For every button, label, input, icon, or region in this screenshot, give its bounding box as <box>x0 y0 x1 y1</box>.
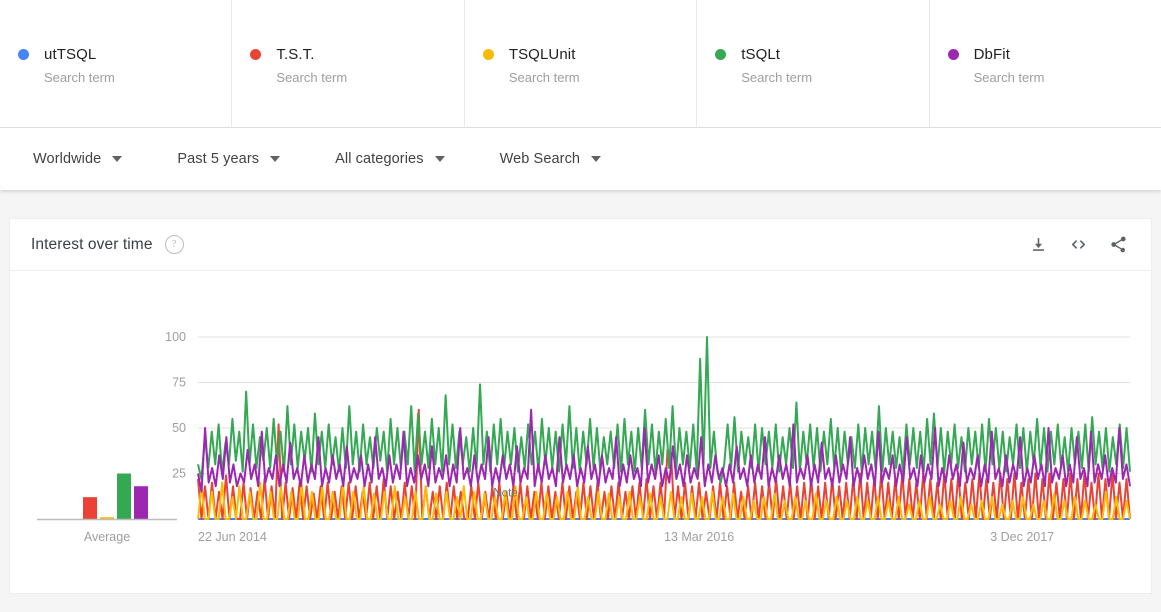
search-terms-row: utTSQL Search term T.S.T. Search term TS… <box>0 0 1161 128</box>
chart-note-annotation: Note <box>493 487 517 499</box>
filter-search-type-label: Web Search <box>500 151 581 167</box>
chart-area: 25 50 75 100 22 Jun 2014 13 Mar 2016 3 Dec 201… <box>10 271 1151 593</box>
term-color-dot <box>715 49 726 60</box>
term-name: tSQLt <box>741 45 780 64</box>
term-head: DbFit <box>948 44 1161 64</box>
term-card-0[interactable]: utTSQL Search term <box>0 0 232 128</box>
interest-over-time-card: Interest over time ? 25 50 75 100 22 Jun 201… <box>9 218 1152 594</box>
term-card-4[interactable]: DbFit Search term <box>930 0 1161 128</box>
filter-category[interactable]: All categories <box>335 151 444 167</box>
interest-over-time-chart[interactable]: 25 50 75 100 22 Jun 2014 13 Mar 2016 3 Dec 201… <box>10 271 1151 593</box>
y-axis-tick-label: 50 <box>172 421 186 435</box>
term-name: T.S.T. <box>276 45 314 64</box>
term-name: utTSQL <box>44 45 96 64</box>
term-card-2[interactable]: TSQLUnit Search term <box>465 0 697 128</box>
term-head: utTSQL <box>18 44 231 64</box>
term-subtitle: Search term <box>741 70 928 86</box>
term-card-1[interactable]: T.S.T. Search term <box>232 0 464 128</box>
filter-location[interactable]: Worldwide <box>33 151 122 167</box>
y-axis-tick-label: 100 <box>165 330 186 344</box>
term-head: T.S.T. <box>250 44 463 64</box>
chevron-down-icon <box>112 156 122 162</box>
term-color-dot <box>250 49 261 60</box>
chevron-down-icon <box>435 156 445 162</box>
filter-location-label: Worldwide <box>33 151 101 167</box>
term-color-dot <box>18 49 29 60</box>
x-axis-tick-label: 22 Jun 2014 <box>198 530 267 544</box>
filter-category-label: All categories <box>335 151 423 167</box>
average-bar-tsqlunit <box>100 517 114 519</box>
y-axis-tick-label: 75 <box>172 376 186 390</box>
term-subtitle: Search term <box>509 70 696 86</box>
y-axis-tick-label: 25 <box>172 467 186 481</box>
x-axis-tick-label: 3 Dec 2017 <box>990 530 1054 544</box>
term-head: TSQLUnit <box>483 44 696 64</box>
chevron-down-icon <box>270 156 280 162</box>
filter-bar: Worldwide Past 5 years All categories We… <box>0 128 1161 190</box>
term-color-dot <box>948 49 959 60</box>
term-head: tSQLt <box>715 44 928 64</box>
filter-time-range[interactable]: Past 5 years <box>177 151 280 167</box>
help-icon[interactable]: ? <box>165 235 184 254</box>
term-subtitle: Search term <box>276 70 463 86</box>
average-bar-tsqlt <box>117 474 131 520</box>
term-subtitle: Search term <box>974 70 1161 86</box>
term-color-dot <box>483 49 494 60</box>
card-header: Interest over time ? <box>10 219 1151 271</box>
average-label: Average <box>84 530 130 544</box>
page-title: Interest over time <box>31 236 153 254</box>
term-card-3[interactable]: tSQLt Search term <box>697 0 929 128</box>
term-name: TSQLUnit <box>509 45 576 64</box>
term-subtitle: Search term <box>44 70 231 86</box>
x-axis-tick-label: 13 Mar 2016 <box>664 530 734 544</box>
share-icon[interactable] <box>1103 230 1133 260</box>
filter-search-type[interactable]: Web Search <box>500 151 602 167</box>
chevron-down-icon <box>591 156 601 162</box>
download-icon[interactable] <box>1023 230 1053 260</box>
filter-time-range-label: Past 5 years <box>177 151 259 167</box>
term-name: DbFit <box>974 45 1010 64</box>
average-bar-t-s-t- <box>83 497 97 519</box>
embed-code-icon[interactable] <box>1063 230 1093 260</box>
average-bar-dbfit <box>134 486 148 519</box>
